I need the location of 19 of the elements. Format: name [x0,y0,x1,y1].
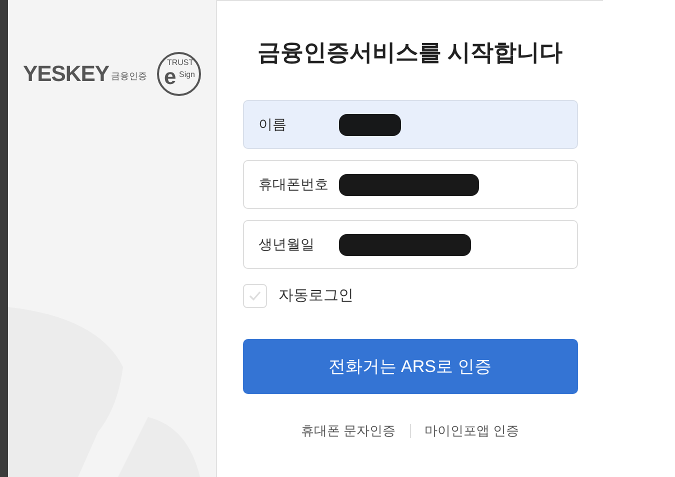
field-label: 이름 [258,115,288,134]
checkbox-label: 자동로그인 [278,286,354,306]
seal-text: TRUST [166,59,194,67]
auth-link[interactable]: 마이인포앱 인증 [424,421,520,440]
input-field[interactable]: 휴대폰번호 [242,160,578,209]
seal-letter: e [164,66,176,88]
seal-text: Sign [178,71,195,79]
page-title: 금융인증서비스를 시작합니다 [257,41,563,64]
auth-link[interactable]: 휴대폰 문자인증 [300,421,396,440]
field-label: 생년월일 [258,235,316,254]
field-label: 휴대폰번호 [258,175,330,194]
logo-wordmark: YESKEY [23,63,109,85]
check-icon [248,289,262,303]
ars-auth-button[interactable]: 전화거는 ARS로 인증 [242,339,578,394]
input-field[interactable]: 생년월일 [242,220,578,269]
redaction-mark [338,114,400,136]
logo-subtitle: 금융인증 [110,70,147,84]
checkbox[interactable] [242,284,266,308]
input-field[interactable]: 이름 [242,100,578,149]
